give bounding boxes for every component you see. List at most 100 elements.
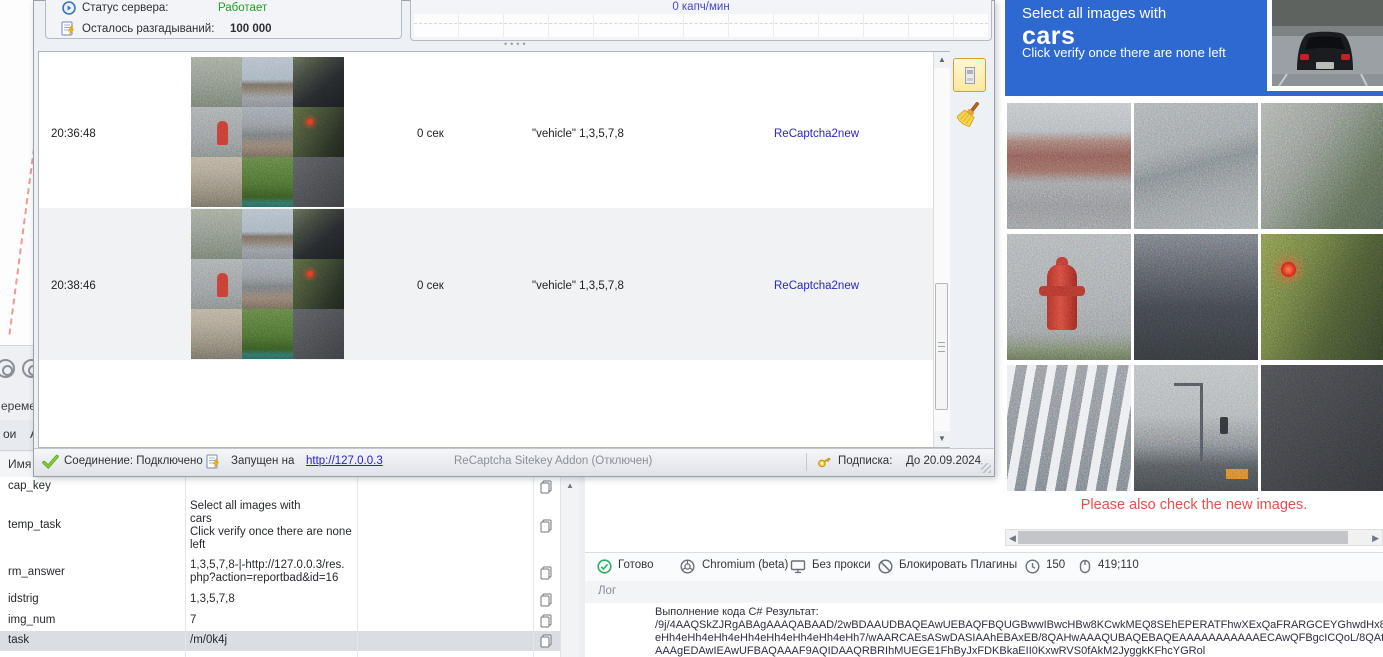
variables-scrollbar[interactable]: ▲ <box>560 452 579 657</box>
subscription-label: Подписка: <box>838 455 893 467</box>
captcha-tile-5[interactable] <box>1134 234 1258 360</box>
server-status-label: Статус сервера: <box>82 2 169 14</box>
copy-icon[interactable] <box>538 479 554 495</box>
status-icon <box>62 1 76 15</box>
rate-chart-groupbox: 0 капч/мин <box>410 0 992 41</box>
addon-status: ReCaptcha Sitekey Addon (Отключен) <box>454 455 653 467</box>
red-traffic-light-shape <box>1281 262 1296 277</box>
name-column-header: Имя <box>8 457 32 471</box>
key-icon <box>816 454 833 470</box>
browser-label: Chromium (beta) <box>702 559 789 571</box>
server-url-link[interactable]: http://127.0.0.3 <box>306 455 383 467</box>
document-bolt-icon <box>61 21 77 36</box>
copy-icon[interactable] <box>538 633 554 649</box>
recaptcha-image-grid <box>1007 103 1383 491</box>
solved-captcha-table: 20:36:48 0 сек "vehicle" 1,3,5,7,8 ReCap… <box>38 51 950 448</box>
chromium-icon <box>680 559 700 575</box>
sample-car-image <box>1267 0 1383 91</box>
variable-row-selected[interactable]: task /m/0k4j <box>0 631 560 652</box>
scroll-right-arrow[interactable]: ▶ <box>1372 532 1379 545</box>
variable-row-partial[interactable] <box>0 651 560 657</box>
mouse-icon <box>1079 559 1096 575</box>
captcha-tile-7[interactable] <box>1007 365 1131 491</box>
scrollbar-thumb[interactable] <box>1018 531 1348 544</box>
solve-duration: 0 сек <box>417 280 444 292</box>
ready-status <box>597 559 617 575</box>
subscription-value: До 20.09.2024 <box>906 455 982 467</box>
copy-icon[interactable] <box>538 518 554 534</box>
connection-check-icon <box>42 454 59 469</box>
xevil-statusbar: Соединение: Подключено Запущен на http:/… <box>34 448 994 476</box>
connection-status: Соединение: Подключено <box>64 455 203 467</box>
clear-log-broom-icon[interactable] <box>957 99 983 127</box>
captcha-tile-4[interactable] <box>1007 234 1131 360</box>
remaining-value: 100 000 <box>230 23 272 35</box>
scroll-up-arrow[interactable]: ▲ <box>562 478 578 494</box>
scroll-left-arrow[interactable]: ◀ <box>1009 532 1016 545</box>
log-line: /9j/4AAQSkZJRgABAgAAAQABAAD/2wBDAAUDBAQE… <box>655 619 1383 631</box>
fire-hydrant-shape <box>1039 257 1085 330</box>
captcha-tile-6[interactable] <box>1261 234 1383 360</box>
block-plugins-label: Блокировать Плагины <box>899 559 1018 571</box>
captcha-rate-label: 0 капч/мин <box>672 1 730 13</box>
captcha-tile-9[interactable] <box>1261 365 1383 491</box>
copy-icon[interactable] <box>538 565 554 581</box>
instruction-line1: Select all images with <box>1022 5 1167 22</box>
remaining-label: Осталось разгадываний: <box>82 23 215 35</box>
variable-row[interactable]: img_num 7 <box>0 611 560 632</box>
captcha-tile-8[interactable] <box>1134 365 1258 491</box>
captcha-thumbnail <box>191 209 344 359</box>
traffic-light-shape <box>1220 417 1228 434</box>
orange-sign-shape <box>1226 469 1248 479</box>
autoscroll-toggle-button[interactable] <box>953 58 986 92</box>
document-bolt-icon <box>206 454 222 469</box>
rate-chart <box>414 14 988 37</box>
tab-own-variables[interactable]: ои <box>3 427 16 441</box>
table-scrollbar[interactable]: ▲ ▼ <box>933 52 950 447</box>
captcha-tile-1[interactable] <box>1007 103 1131 229</box>
flow-connector-line <box>8 148 35 335</box>
scrollbar-thumb[interactable] <box>935 283 948 410</box>
new-images-notice: Please also check the new images. <box>1080 497 1308 513</box>
instruction-line2: Click verify once there are none left <box>1022 45 1226 60</box>
captcha-row[interactable]: 20:38:46 0 сек "vehicle" 1,3,5,7,8 ReCap… <box>39 208 933 360</box>
captcha-tile-2[interactable] <box>1134 103 1258 229</box>
screenshot-root: еремен ои А Имя cap_key temp_task Select… <box>0 0 1383 657</box>
captcha-tile-3[interactable] <box>1261 103 1383 229</box>
proxy-label: Без прокси <box>812 559 871 571</box>
variable-row[interactable]: idstrig 1,3,5,7,8 <box>0 590 560 612</box>
block-icon <box>878 559 898 575</box>
column-divider <box>185 477 186 657</box>
mouse-coords: 419;110 <box>1098 559 1139 571</box>
running-label: Запущен на <box>231 455 295 467</box>
slider-toggle-icon <box>965 67 975 84</box>
solve-answer: "vehicle" 1,3,5,7,8 <box>532 280 624 292</box>
log-output[interactable]: Выполнение кода C# Результат: /9j/4AAQSk… <box>585 603 1383 657</box>
variable-row[interactable]: cap_key <box>0 477 560 498</box>
splitter-handle[interactable]: •••• <box>504 39 529 49</box>
log-line: eHh4eHh4eHh4eHh4eHh4eHh4eHh4eHh7/wAARCAE… <box>655 632 1383 644</box>
log-line: AAAgEDAwIEAwUFBAQAAAF9AQIDAAQRBRIhMUEGE1… <box>655 645 1206 657</box>
scroll-down-arrow[interactable]: ▼ <box>934 431 950 447</box>
timer-value: 150 <box>1046 559 1066 571</box>
copy-icon[interactable] <box>538 592 554 608</box>
resize-grip[interactable] <box>981 463 991 473</box>
scroll-up-arrow[interactable]: ▲ <box>934 52 950 68</box>
lamp-arm-shape <box>1174 383 1203 386</box>
solve-time: 20:36:48 <box>51 128 96 140</box>
ready-check-icon <box>597 559 612 574</box>
status-toolbar: Готово Chromium (beta) Без прокси Блокир… <box>585 552 1383 582</box>
solve-time: 20:38:46 <box>51 280 96 292</box>
variable-row[interactable]: temp_task Select all images with cars Cl… <box>0 497 560 557</box>
table-side-toolbar <box>950 51 994 448</box>
xevil-window: Статус сервера: Работает Осталось разгад… <box>33 0 995 477</box>
statusbar-divider <box>806 453 807 471</box>
browser-view: Select all images with cars Click verify… <box>995 0 1383 552</box>
captcha-row[interactable]: 20:36:48 0 сек "vehicle" 1,3,5,7,8 ReCap… <box>39 56 933 208</box>
horizontal-scrollbar[interactable]: ◀ ▶ <box>1005 529 1383 546</box>
gear-icon[interactable] <box>0 359 15 378</box>
variable-row[interactable]: rm_answer 1,3,5,7,8-|-http://127.0.0.3/r… <box>0 556 560 591</box>
server-status-value: Работает <box>218 2 268 14</box>
copy-icon[interactable] <box>538 613 554 629</box>
clock-icon <box>1025 559 1045 575</box>
